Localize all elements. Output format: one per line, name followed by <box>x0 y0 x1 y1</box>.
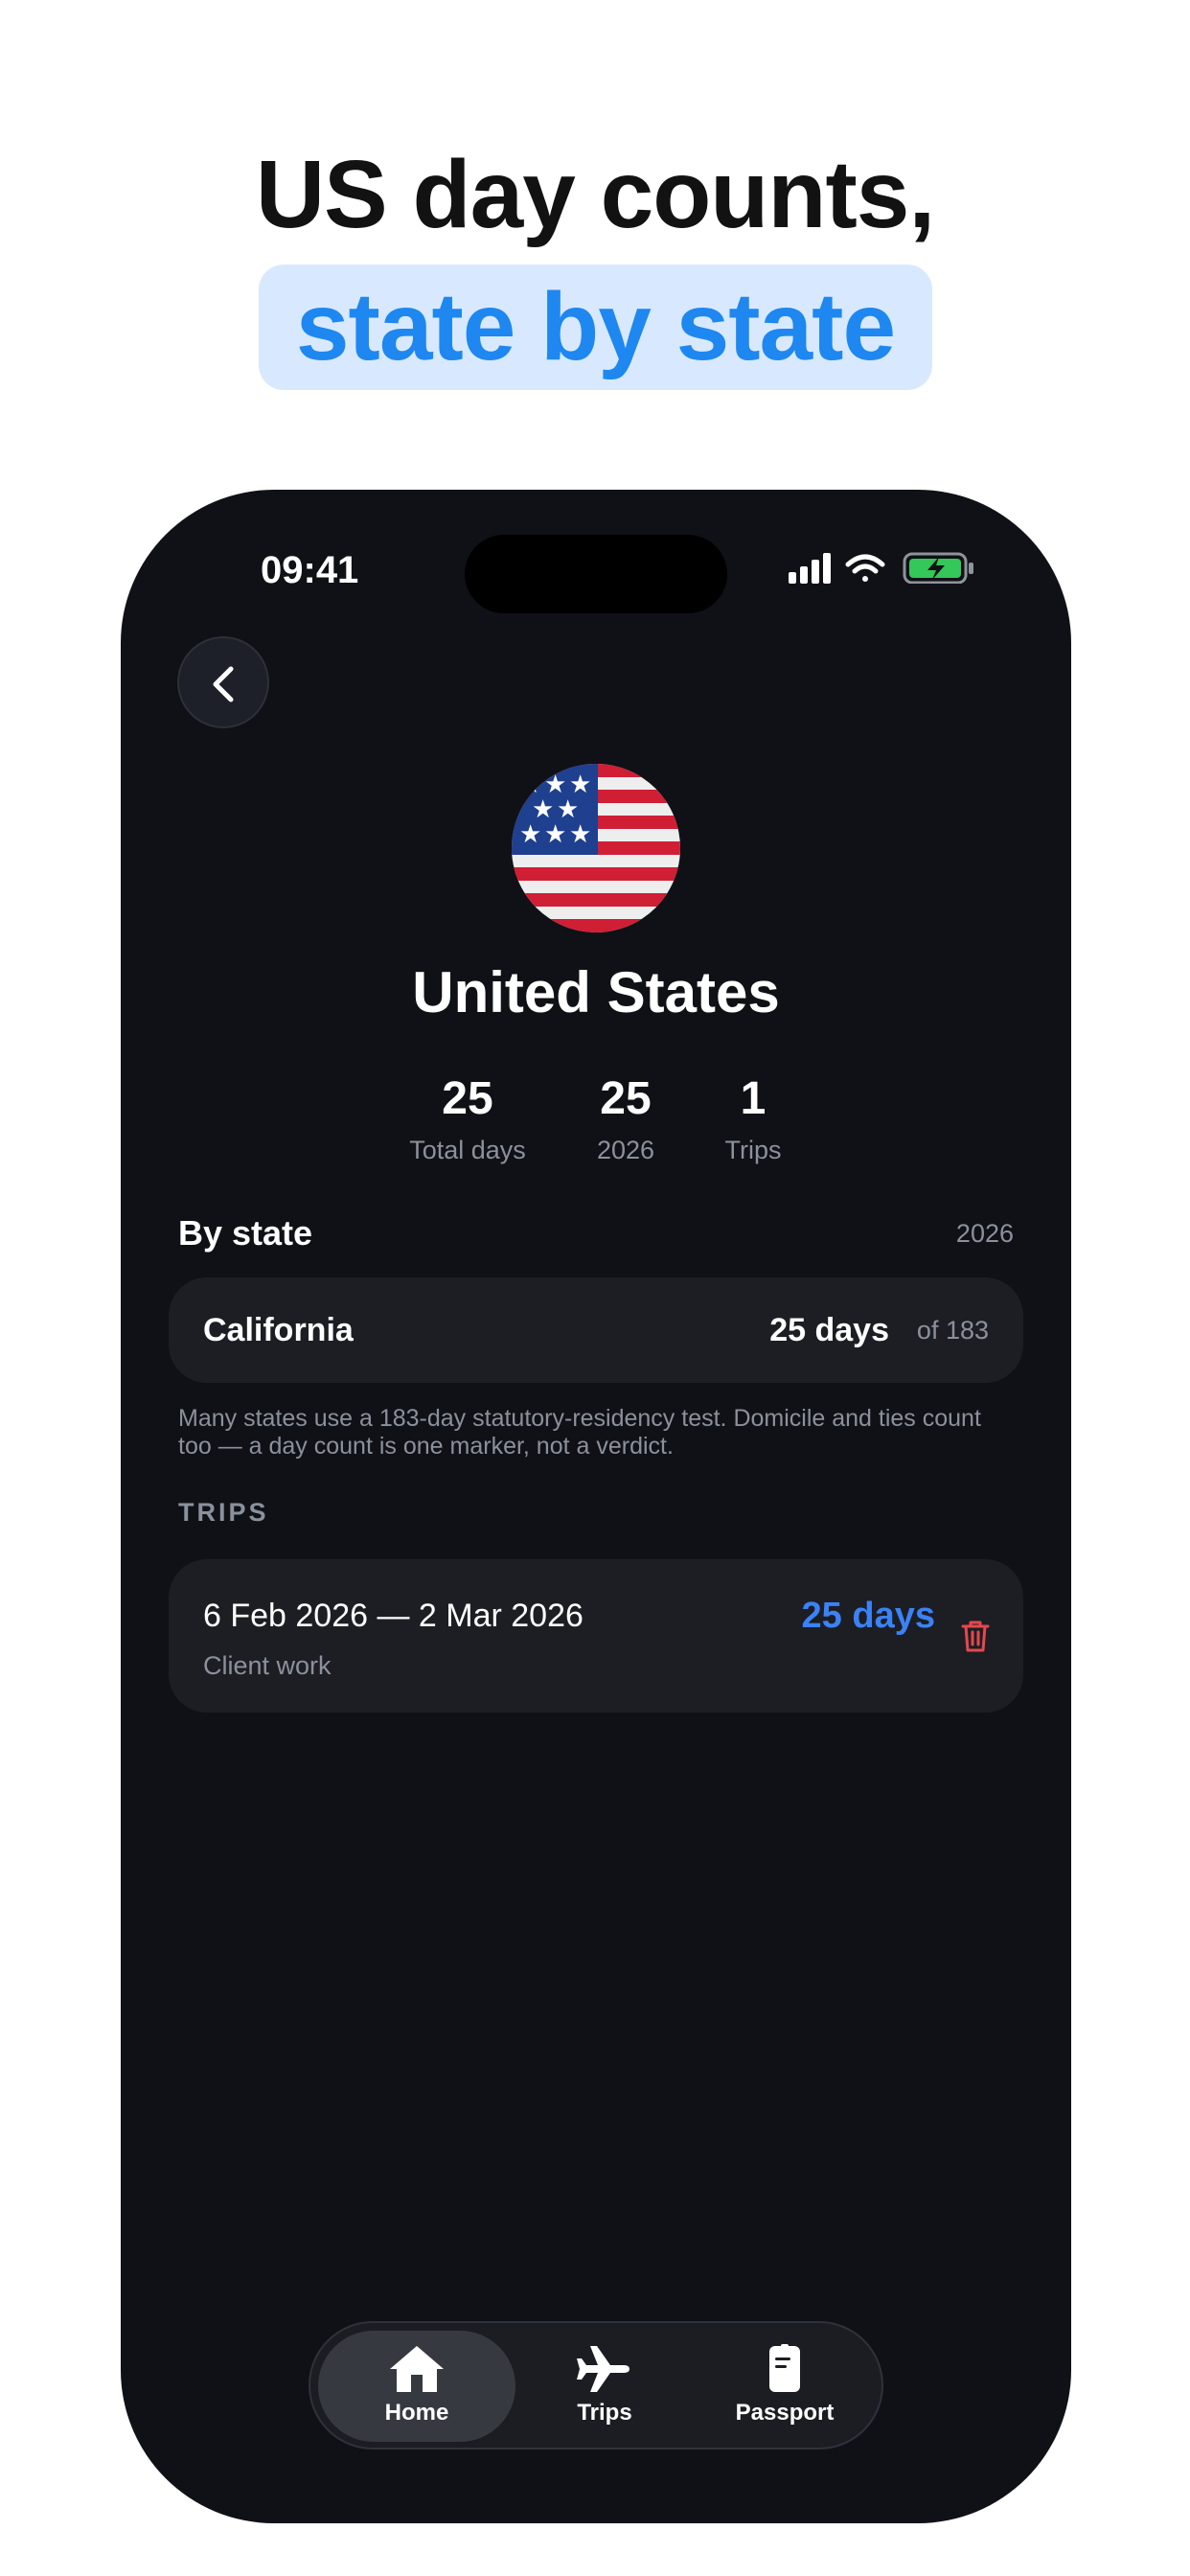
tab-label: Trips <box>577 2400 632 2426</box>
svg-text:★: ★ <box>569 820 591 849</box>
state-threshold: of 183 <box>916 1316 989 1345</box>
headline-highlight: state by state <box>259 264 932 390</box>
passport-icon <box>769 2344 800 2392</box>
back-button[interactable] <box>177 636 269 728</box>
stat-value: 1 <box>740 1073 767 1124</box>
tab-trips[interactable]: Trips <box>523 2331 686 2442</box>
trip-days: 25 days <box>801 1596 935 1636</box>
tab-label: Home <box>384 2400 449 2426</box>
tab-label: Passport <box>735 2400 835 2426</box>
by-state-title: By state <box>178 1213 313 1253</box>
trip-dates: 6 Feb 2026 — 2 Mar 2026 <box>203 1598 584 1634</box>
trips-section-label: TRIPS <box>178 1498 269 1527</box>
tab-bar: Home Trips Passport <box>309 2321 883 2450</box>
battery-charging-icon <box>903 552 973 584</box>
state-row-california[interactable]: California 25 days of 183 <box>169 1277 1023 1383</box>
trash-icon[interactable] <box>960 1619 991 1653</box>
svg-text:★: ★ <box>544 820 566 849</box>
by-state-year: 2026 <box>955 1219 1014 1248</box>
headline-line-1: US day counts, <box>255 141 935 248</box>
chevron-left-icon <box>213 666 234 702</box>
tab-home[interactable]: Home <box>318 2331 515 2442</box>
wifi-icon <box>845 554 885 582</box>
stat-label: Trips <box>724 1136 782 1164</box>
status-icons <box>789 552 973 584</box>
stat-trips: 1 Trips <box>657 1072 849 1165</box>
trip-note: Client work <box>203 1651 332 1680</box>
svg-text:★: ★ <box>519 820 541 849</box>
phone-screen: 09:41 ★ ★ ★ ★ ★ ★ ★ ★ United States 25 T… <box>121 490 1071 2523</box>
status-time: 09:41 <box>261 549 359 591</box>
country-name: United States <box>412 960 780 1024</box>
us-flag-icon: ★ ★ ★ ★ ★ ★ ★ ★ <box>512 764 680 932</box>
home-icon <box>390 2346 444 2392</box>
airplane-icon <box>577 2346 629 2392</box>
state-name: California <box>203 1312 354 1348</box>
signal-icon <box>789 553 831 584</box>
tab-passport[interactable]: Passport <box>694 2331 876 2442</box>
state-days: 25 days <box>769 1312 889 1348</box>
trip-card[interactable]: 6 Feb 2026 — 2 Mar 2026 Client work 25 d… <box>169 1559 1023 1713</box>
residency-note: Many states use a 183-day statutory-resi… <box>178 1405 981 1460</box>
headline-line-2: state by state <box>295 273 896 380</box>
dynamic-island <box>465 535 727 613</box>
